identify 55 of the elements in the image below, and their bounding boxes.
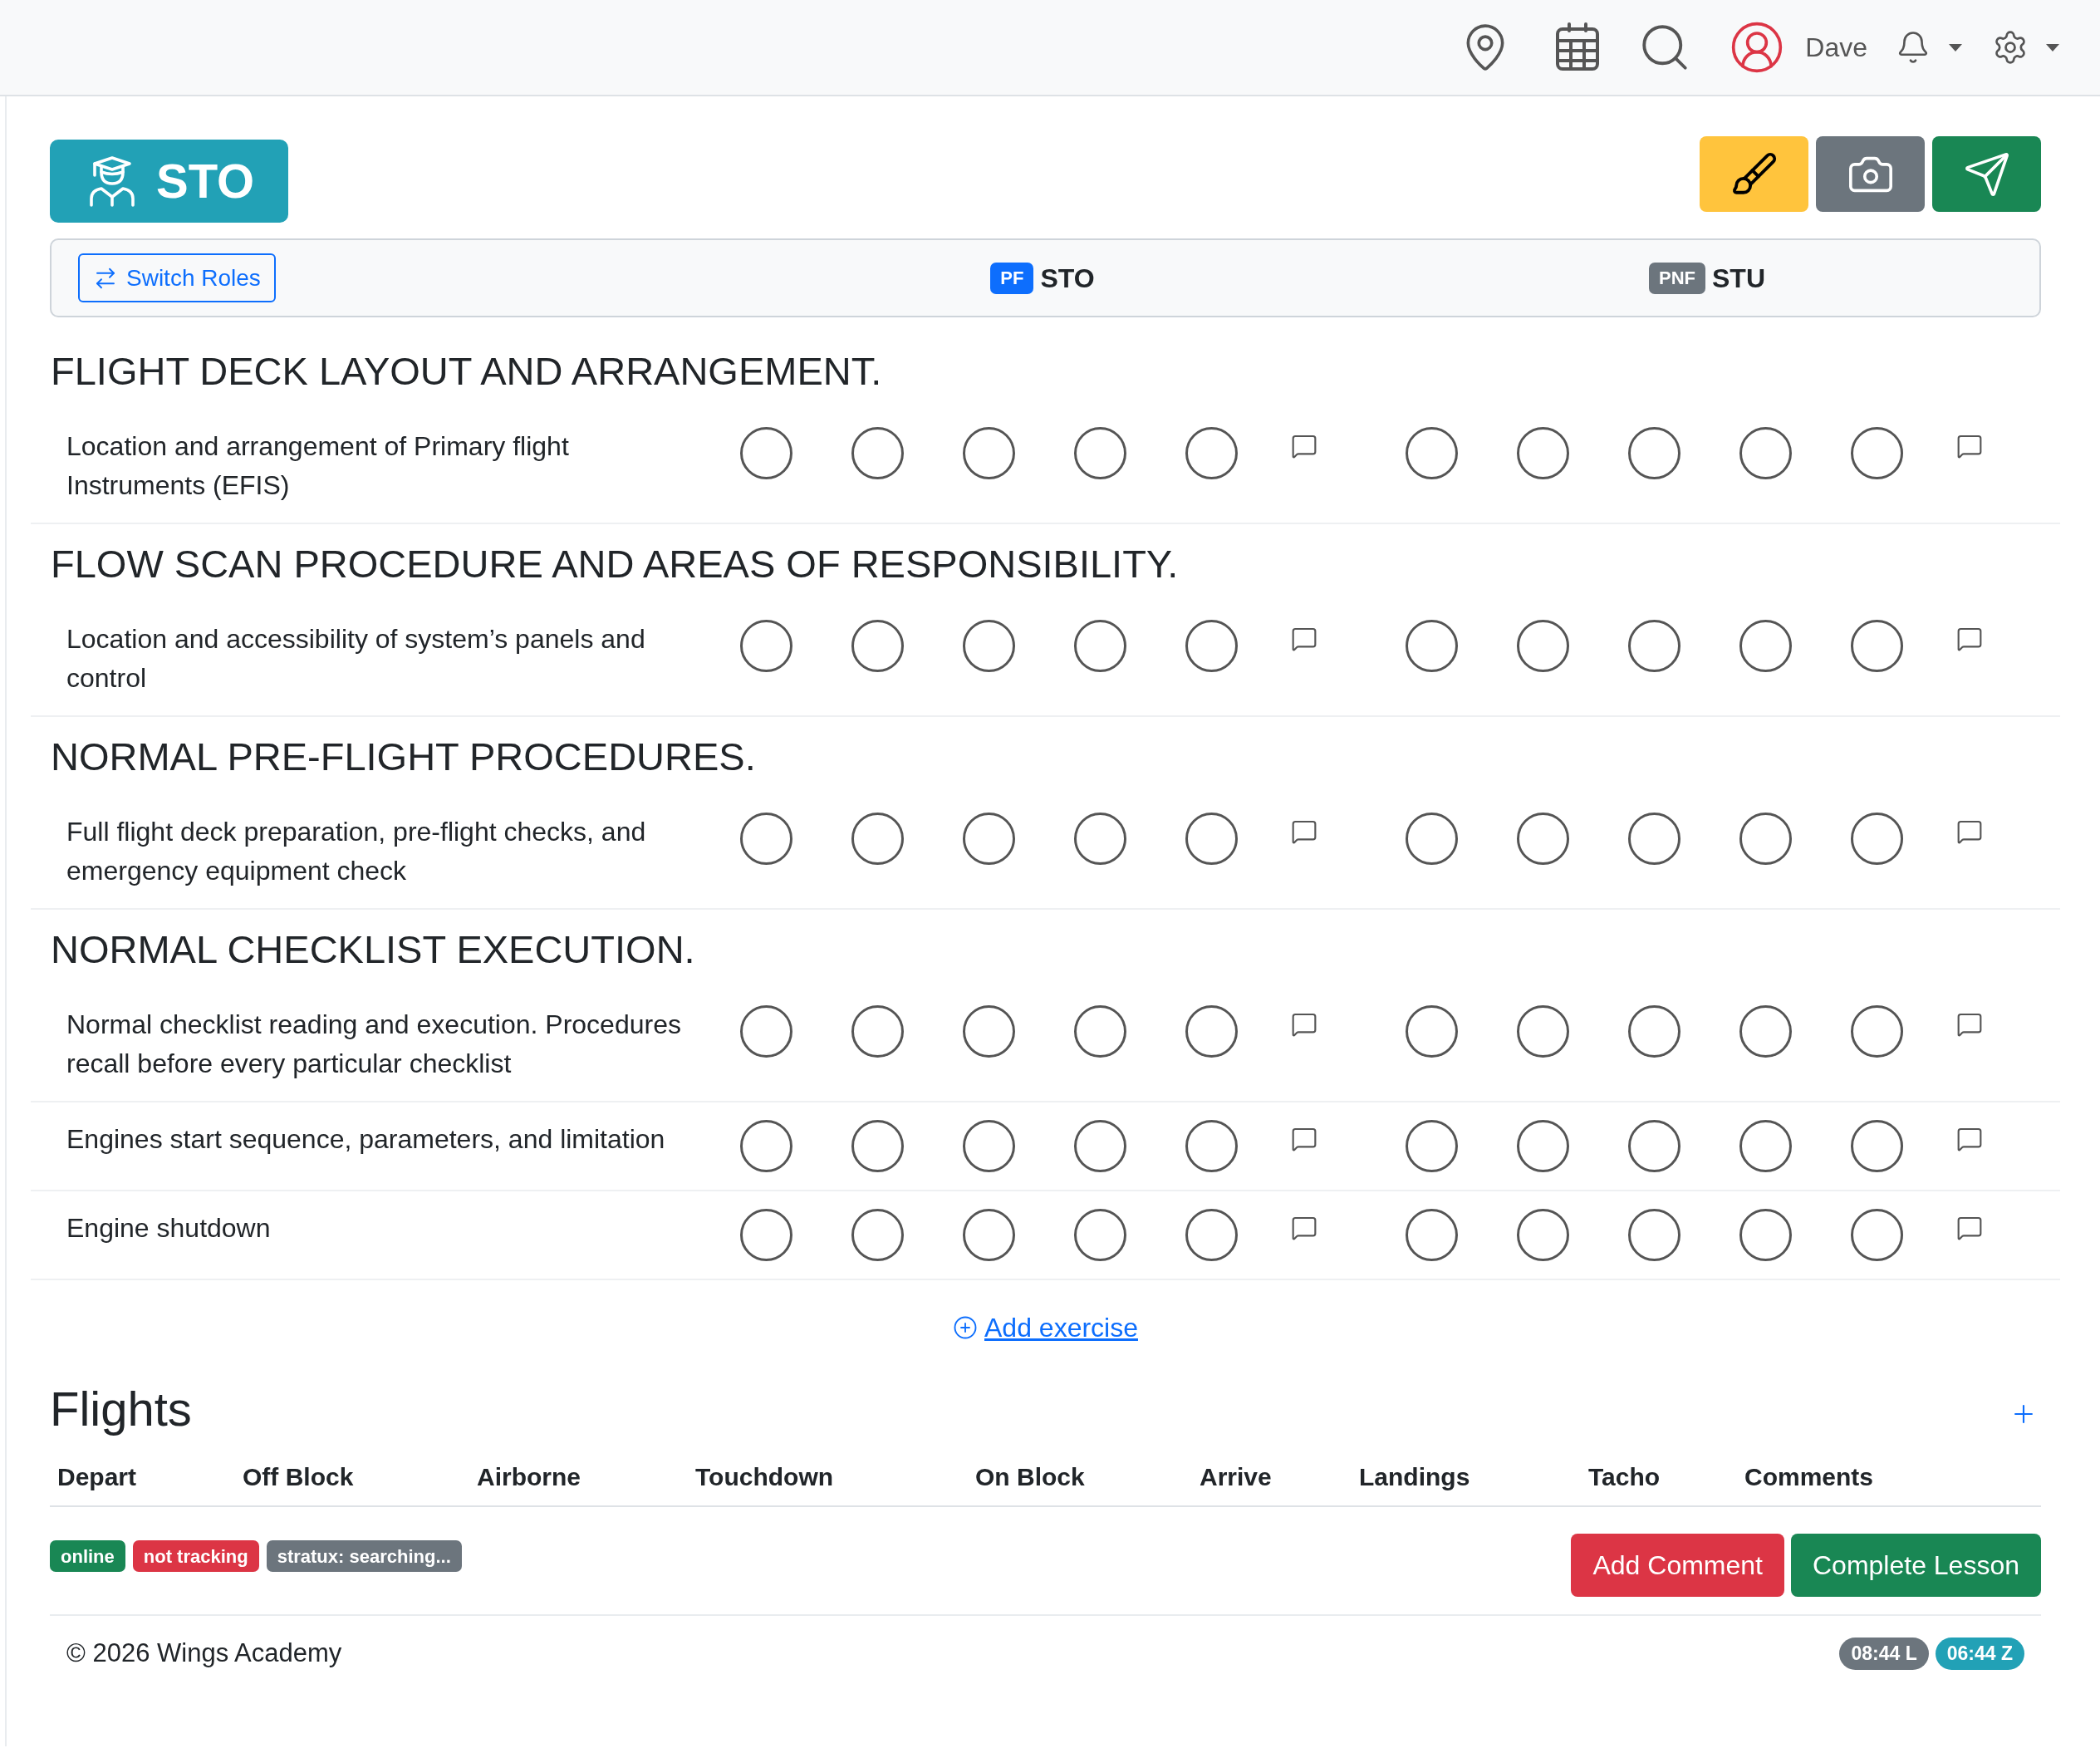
column-header: On Block (975, 1463, 1085, 1490)
section-heading: FLIGHT DECK LAYOUT AND ARRANGEMENT. (51, 351, 882, 390)
status-badge: not tracking (132, 1540, 259, 1572)
action-button[interactable]: Add Comment (1571, 1534, 1784, 1597)
switch-roles-button[interactable]: Switch Roles (78, 253, 276, 302)
role-person: STU (1712, 262, 1765, 295)
comment-icon[interactable] (1956, 1215, 1983, 1241)
comment-icon[interactable] (1956, 818, 1983, 845)
clock-badge: 08:44 L (1839, 1637, 1929, 1670)
role-badge: PNF (1649, 262, 1705, 294)
send-button[interactable] (1932, 136, 2041, 212)
section-heading: FLOW SCAN PROCEDURE AND AREAS OF RESPONSIBILITY. (51, 543, 1179, 583)
calendar-icon[interactable] (1554, 22, 1602, 72)
comment-icon[interactable] (1291, 1215, 1317, 1241)
comment-icon[interactable] (1291, 626, 1317, 652)
exercise-name: Location and accessibility of system’s panels and control (66, 623, 646, 695)
column-header: Touchdown (695, 1463, 834, 1490)
status-badge: stratux: searching... (266, 1540, 462, 1572)
exercise-name: Location and arrangement of Primary flight Instruments (EFIS) (66, 430, 570, 502)
caret-icon[interactable] (1949, 43, 1962, 52)
comment-icon[interactable] (1956, 1126, 1983, 1152)
copyright-text: © 2026 Wings Academy (66, 1638, 342, 1669)
add-exercise-link[interactable]: Add exercise (953, 1311, 1138, 1344)
role-badge: PF (990, 262, 1034, 294)
exercise-name: Engine shutdown (66, 1212, 272, 1245)
comment-icon[interactable] (1291, 818, 1317, 845)
exercise-name: Engines start sequence, parameters, and limitation (66, 1123, 666, 1156)
add-circle-icon (953, 1315, 978, 1340)
user-name[interactable]: Dave (1805, 27, 1867, 67)
comment-icon[interactable] (1956, 626, 1983, 652)
section-heading: NORMAL PRE-FLIGHT PROCEDURES. (51, 736, 756, 776)
exercise-name: Full flight deck preparation, pre-flight checks, and emergency equipment check (66, 816, 647, 887)
section-heading: NORMAL CHECKLIST EXECUTION. (51, 929, 695, 969)
exercise-name: Normal checklist reading and execution. Procedures recall before every particular checklist (66, 1009, 682, 1080)
clock-badge: 06:44 Z (1935, 1637, 2024, 1670)
column-header: Tacho (1588, 1463, 1661, 1490)
status-badge: online (50, 1540, 125, 1572)
draw-button[interactable] (1700, 136, 1808, 212)
lesson-title: STO (156, 157, 255, 205)
column-header: Arrive (1200, 1463, 1272, 1490)
column-header: Depart (57, 1463, 137, 1490)
column-header: Landings (1359, 1463, 1470, 1490)
comment-icon[interactable] (1291, 1011, 1317, 1038)
comment-icon[interactable] (1956, 1011, 1983, 1038)
column-header: Comments (1744, 1463, 1874, 1490)
comment-icon[interactable] (1291, 433, 1317, 459)
action-button[interactable]: Complete Lesson (1790, 1534, 2041, 1597)
camera-button[interactable] (1816, 136, 1925, 212)
role-person: STO (1040, 262, 1095, 295)
column-header: Airborne (477, 1463, 581, 1490)
column-header: Off Block (243, 1463, 354, 1490)
comment-icon[interactable] (1956, 433, 1983, 459)
graduate-icon (88, 155, 136, 207)
comment-icon[interactable] (1291, 1126, 1317, 1152)
caret-icon[interactable] (2046, 43, 2059, 52)
